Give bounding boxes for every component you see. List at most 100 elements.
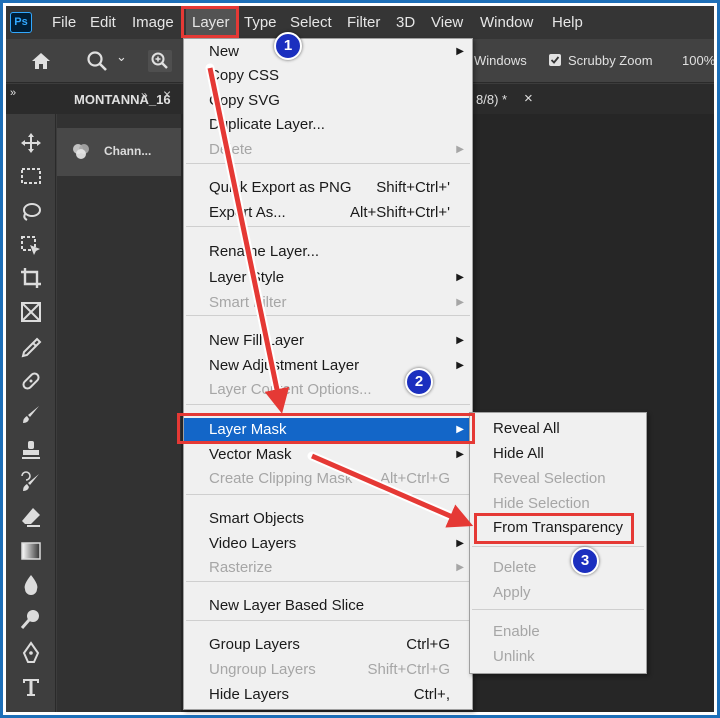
submenu-arrow-icon: ▶ bbox=[456, 449, 464, 460]
menu-item-label: Layer Content Options... bbox=[209, 381, 372, 398]
menu-view[interactable]: View bbox=[425, 6, 469, 39]
menu-help[interactable]: Help bbox=[546, 6, 589, 39]
layer-mask-item-hide-all[interactable]: Hide All bbox=[470, 442, 646, 466]
layer-menu-item-new[interactable]: New ▶ bbox=[184, 40, 472, 64]
menu-file[interactable]: File bbox=[46, 6, 82, 39]
frame-tool-icon[interactable] bbox=[19, 300, 43, 324]
eraser-tool-icon[interactable] bbox=[19, 505, 43, 529]
submenu-item-label: Hide All bbox=[493, 445, 544, 462]
submenu-item-label: Reveal All bbox=[493, 420, 560, 437]
menu-separator bbox=[186, 404, 470, 405]
channels-icon bbox=[73, 144, 89, 159]
channels-panel-dock: » × Chann... bbox=[57, 86, 181, 712]
menu-separator bbox=[472, 609, 644, 610]
submenu-item-label: Delete bbox=[493, 559, 537, 576]
menu-image[interactable]: Image bbox=[126, 6, 180, 39]
menu-item-shortcut: Ctrl+G bbox=[406, 636, 450, 653]
layer-menu-item-group-layers[interactable]: Group Layers Ctrl+G bbox=[184, 633, 472, 657]
panel-close-icon[interactable]: × bbox=[163, 86, 171, 102]
submenu-item-label: Unlink bbox=[493, 648, 535, 665]
step-badge-2: 2 bbox=[405, 368, 433, 396]
menu-item-shortcut: Alt+Shift+Ctrl+' bbox=[350, 204, 450, 221]
layer-menu-item-hide-layers[interactable]: Hide Layers Ctrl+, bbox=[184, 683, 472, 707]
menu-item-label: New Layer Based Slice bbox=[209, 597, 365, 614]
lasso-tool-icon[interactable] bbox=[19, 200, 43, 224]
submenu-arrow-icon: ▶ bbox=[456, 424, 464, 435]
toolbar-collapse-icon[interactable]: » bbox=[10, 87, 16, 99]
menu-separator bbox=[186, 163, 470, 164]
layer-menu-item-smart-filter: Smart Filter ▶ bbox=[184, 291, 472, 315]
close-tab-icon[interactable]: × bbox=[524, 90, 533, 107]
type-tool-icon[interactable] bbox=[19, 675, 43, 699]
brush-tool-icon[interactable] bbox=[19, 403, 43, 427]
move-tool-icon[interactable] bbox=[19, 131, 43, 155]
zoom-icon[interactable] bbox=[86, 50, 108, 72]
menu-filter[interactable]: Filter bbox=[341, 6, 386, 39]
layer-menu-item-duplicate-layer[interactable]: Duplicate Layer... bbox=[184, 113, 472, 137]
menu-item-label: Smart Objects bbox=[209, 510, 305, 527]
menu-item-label: Delete bbox=[209, 141, 253, 158]
layer-menu-item-copy-svg[interactable]: Copy SVG bbox=[184, 89, 472, 113]
layer-menu-item-rasterize: Rasterize ▶ bbox=[184, 556, 472, 580]
submenu-item-label: Apply bbox=[493, 584, 531, 601]
document-tab-left[interactable]: MONTANNA_16 bbox=[74, 92, 171, 107]
menu-separator bbox=[186, 620, 470, 621]
zoom-value[interactable]: 100% bbox=[682, 53, 714, 68]
layer-menu-item-quick-export-as-png[interactable]: Quick Export as PNG Shift+Ctrl+' bbox=[184, 176, 472, 200]
photoshop-logo: Ps bbox=[10, 12, 32, 33]
layer-menu-item-new-layer-based-slice[interactable]: New Layer Based Slice bbox=[184, 594, 472, 618]
gradient-tool-icon[interactable] bbox=[19, 539, 43, 563]
layer-menu-item-delete: Delete ▶ bbox=[184, 138, 472, 162]
menu-separator bbox=[472, 546, 644, 547]
menu-item-label: Group Layers bbox=[209, 636, 300, 653]
menu-3d[interactable]: 3D bbox=[390, 6, 421, 39]
eyedropper-tool-icon[interactable] bbox=[19, 336, 43, 360]
menu-type[interactable]: Type bbox=[238, 6, 283, 39]
menu-item-label: Export As... bbox=[209, 204, 286, 221]
layer-menu-item-copy-css[interactable]: Copy CSS bbox=[184, 64, 472, 88]
channels-panel-tab[interactable]: Chann... bbox=[57, 128, 181, 176]
layer-menu-item-vector-mask[interactable]: Vector Mask ▶ bbox=[184, 443, 472, 467]
menubar: Ps File Edit Image Layer Type Select Fil… bbox=[6, 6, 714, 39]
layer-menu-item-new-fill-layer[interactable]: New Fill Layer ▶ bbox=[184, 329, 472, 353]
menu-item-label: Rasterize bbox=[209, 559, 273, 576]
layer-menu-item-video-layers[interactable]: Video Layers ▶ bbox=[184, 532, 472, 556]
blur-tool-icon[interactable] bbox=[19, 573, 43, 597]
object-selection-tool-icon[interactable] bbox=[19, 234, 43, 258]
layer-mask-item-reveal-all[interactable]: Reveal All bbox=[470, 417, 646, 441]
step-badge-1: 1 bbox=[274, 32, 302, 60]
zoom-tool-caret[interactable]: ⌄ bbox=[116, 49, 127, 65]
layer-menu-item-layer-mask[interactable]: Layer Mask ▶ bbox=[184, 418, 472, 442]
submenu-arrow-icon: ▶ bbox=[456, 538, 464, 549]
menu-item-shortcut: Shift+Ctrl+' bbox=[376, 179, 450, 196]
step-badge-3: 3 bbox=[571, 547, 599, 575]
layer-mask-item-from-transparency[interactable]: From Transparency bbox=[470, 516, 646, 540]
menu-separator bbox=[186, 315, 470, 316]
dodge-tool-icon[interactable] bbox=[19, 607, 43, 631]
crop-tool-icon[interactable] bbox=[19, 266, 43, 290]
pen-tool-icon[interactable] bbox=[19, 641, 43, 665]
clone-stamp-tool-icon[interactable] bbox=[19, 438, 43, 462]
layer-menu-item-layer-style[interactable]: Layer Style ▶ bbox=[184, 266, 472, 290]
home-icon[interactable] bbox=[30, 51, 52, 71]
menu-item-label: Quick Export as PNG bbox=[209, 179, 352, 196]
submenu-arrow-icon: ▶ bbox=[456, 46, 464, 57]
marquee-tool-icon[interactable] bbox=[19, 164, 43, 188]
layer-menu-item-rename-layer[interactable]: Rename Layer... bbox=[184, 240, 472, 264]
menu-edit[interactable]: Edit bbox=[84, 6, 122, 39]
panel-collapse-icon[interactable]: » bbox=[141, 88, 148, 102]
submenu-item-label: Enable bbox=[493, 623, 540, 640]
layer-menu-item-export-as[interactable]: Export As... Alt+Shift+Ctrl+' bbox=[184, 201, 472, 225]
menu-item-label: New Fill Layer bbox=[209, 332, 305, 349]
menu-item-label: New Adjustment Layer bbox=[209, 357, 360, 374]
menu-separator bbox=[186, 226, 470, 227]
menu-window[interactable]: Window bbox=[474, 6, 539, 39]
healing-brush-tool-icon[interactable] bbox=[19, 369, 43, 393]
menu-layer[interactable]: Layer bbox=[186, 6, 236, 39]
menu-separator bbox=[186, 494, 470, 495]
document-tab-title[interactable]: 8/8) * bbox=[476, 92, 507, 107]
layer-menu-item-smart-objects[interactable]: Smart Objects ▶ bbox=[184, 507, 472, 531]
zoom-in-icon[interactable] bbox=[148, 50, 172, 72]
scrubby-zoom-checkbox[interactable] bbox=[549, 54, 561, 66]
history-brush-tool-icon[interactable] bbox=[19, 471, 43, 495]
